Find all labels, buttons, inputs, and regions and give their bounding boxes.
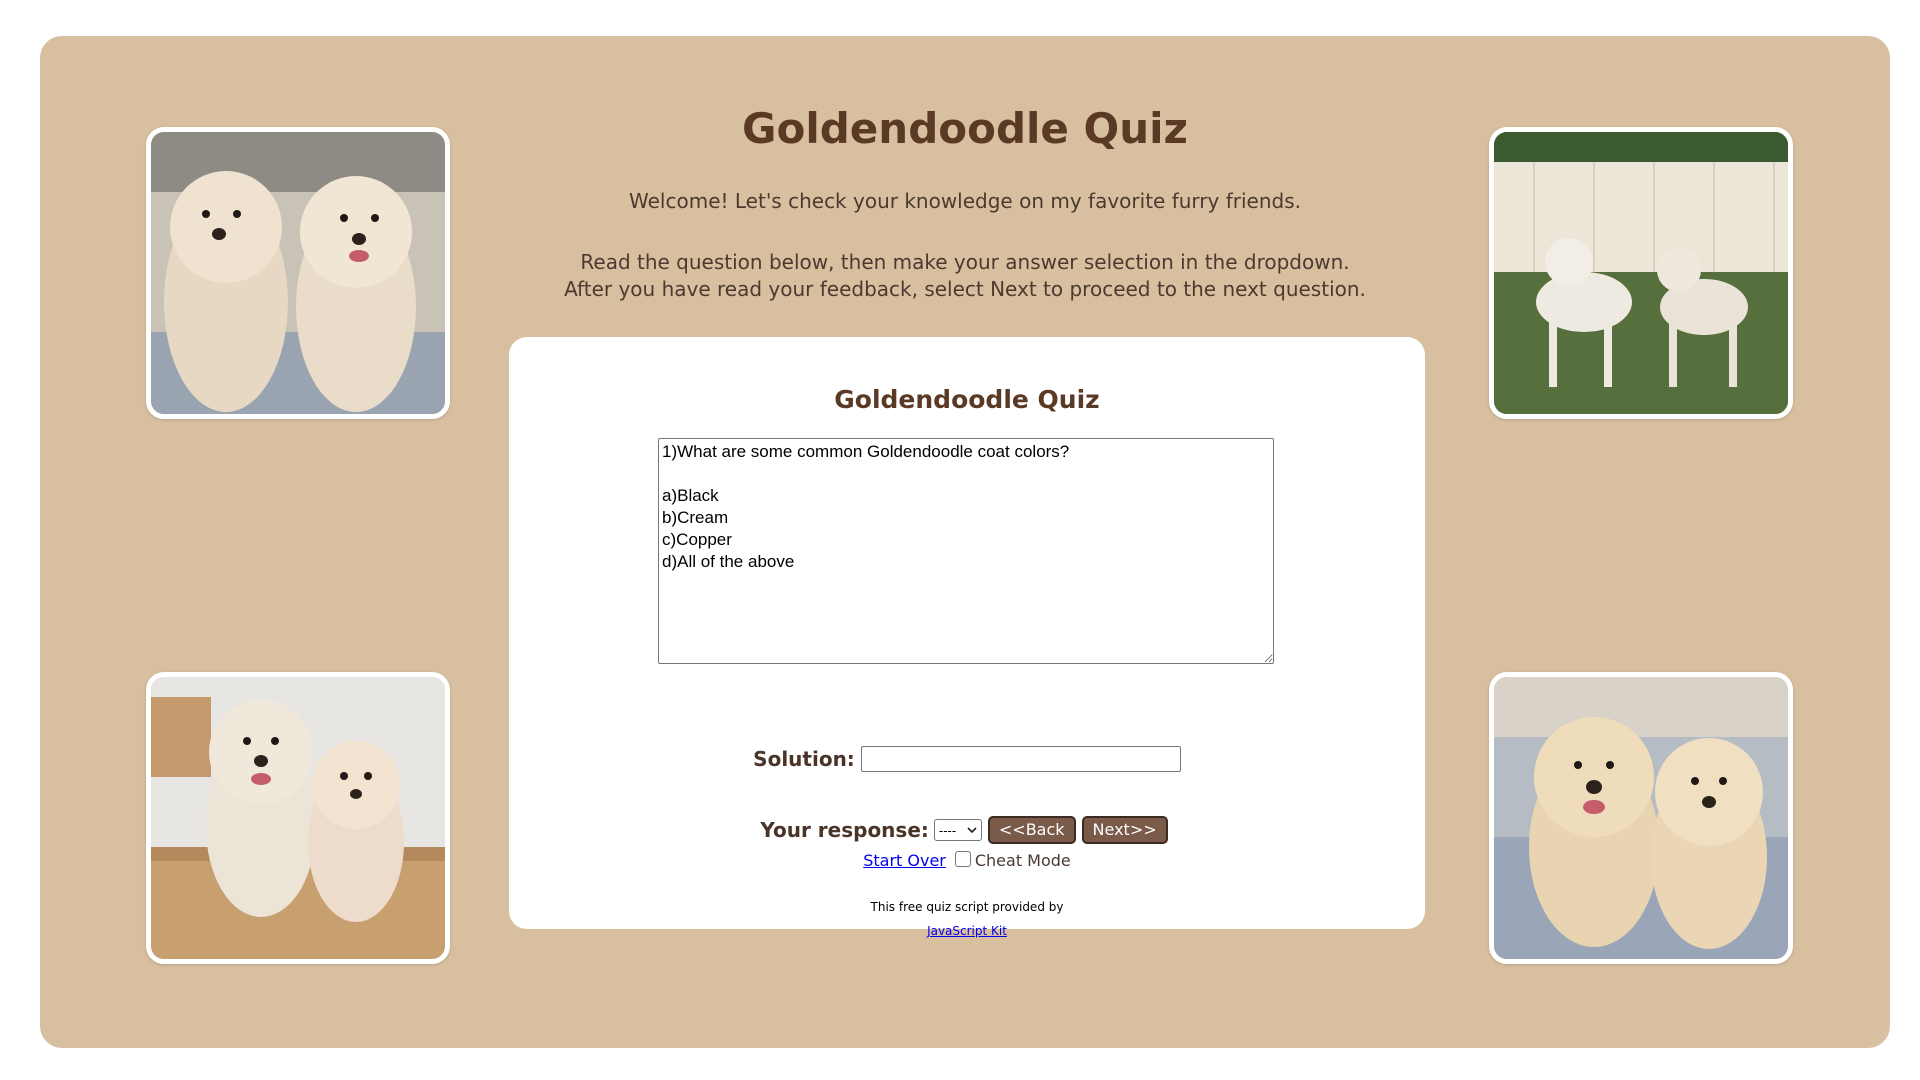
instructions-line-1: Read the question below, then make your …: [580, 250, 1350, 274]
question-textarea[interactable]: [658, 438, 1274, 664]
javascript-kit-link[interactable]: JavaScript Kit: [509, 924, 1425, 938]
instructions-line-2: After you have read your feedback, selec…: [564, 277, 1366, 301]
start-over-link[interactable]: Start Over: [863, 851, 946, 870]
back-button[interactable]: <<Back: [987, 816, 1076, 844]
chevron-down-icon: [967, 826, 977, 833]
solution-input[interactable]: [860, 746, 1181, 772]
doodles-box-image: [151, 677, 445, 959]
dog-photo-bottom-left: [146, 672, 450, 964]
quiz-card: Goldendoodle Quiz Solution: Your respons…: [509, 337, 1425, 938]
next-button[interactable]: Next>>: [1081, 816, 1168, 844]
solution-row: Solution:: [509, 746, 1425, 772]
instructions-text: Read the question below, then make your …: [40, 249, 1890, 303]
response-row: Your response: ---- <<Back Next>>: [509, 816, 1425, 844]
response-label: Your response:: [760, 818, 929, 842]
welcome-text: Welcome! Let's check your knowledge on m…: [629, 189, 1301, 213]
page-title: Goldendoodle Quiz: [742, 104, 1188, 153]
dog-photo-bottom-right: [1489, 672, 1793, 964]
cheat-mode-checkbox[interactable]: [954, 850, 971, 867]
page-background: Goldendoodle Quiz Welcome! Let's check y…: [40, 36, 1890, 1048]
controls-row: Start Over Cheat Mode: [509, 850, 1425, 870]
response-dropdown-value: ----: [938, 822, 957, 838]
quiz-title: Goldendoodle Quiz: [834, 385, 1100, 414]
cheat-mode-label[interactable]: Cheat Mode: [975, 851, 1071, 870]
doodles-rug-image: [1494, 677, 1788, 959]
response-dropdown[interactable]: ----: [933, 819, 982, 841]
credit-text: This free quiz script provided by: [870, 900, 1064, 914]
solution-label: Solution:: [753, 747, 855, 771]
